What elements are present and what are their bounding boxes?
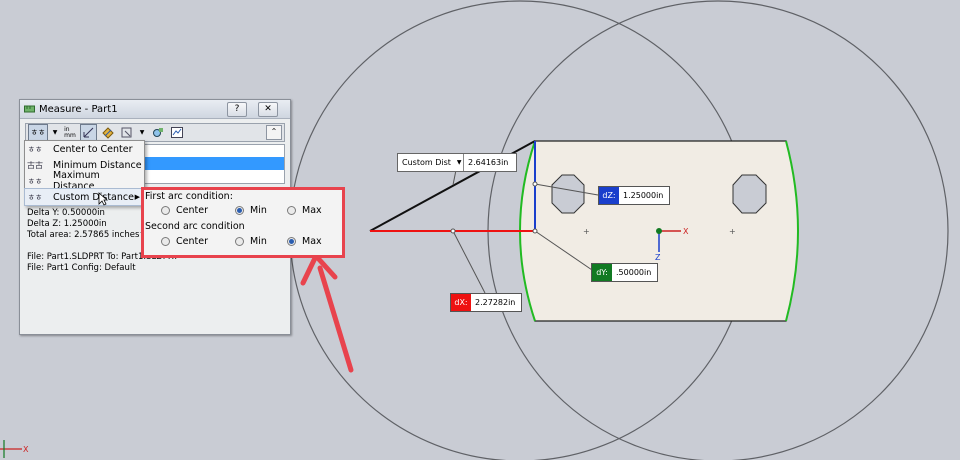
dy-value: .50000in <box>616 268 652 277</box>
close-button[interactable]: ✕ <box>258 102 278 117</box>
first-arc-title: First arc condition: <box>145 191 233 202</box>
dz-tag: dZ: <box>599 187 619 204</box>
dialog-title: Measure - Part1 <box>39 103 118 115</box>
hole-left <box>551 174 585 214</box>
chevron-down-icon[interactable]: ▼ <box>137 124 147 141</box>
first-center-radio[interactable]: Center <box>161 205 208 216</box>
hole-right <box>732 174 767 214</box>
measure-icon <box>24 105 35 113</box>
second-min-radio[interactable]: Min <box>235 236 267 247</box>
triad-z-label: Z <box>655 253 661 262</box>
arc-options-button[interactable]: ㅎㅎ <box>28 124 48 141</box>
chevron-down-icon[interactable]: ▼ <box>50 124 60 141</box>
dy-callout[interactable]: dY: .50000in <box>591 263 658 282</box>
dy-tag: dY: <box>592 264 612 281</box>
annotation-arrow-shaft <box>317 265 354 373</box>
radio-icon <box>287 206 296 215</box>
first-min-radio[interactable]: Min <box>235 205 267 216</box>
radio-icon <box>161 237 170 246</box>
dz-value: 1.25000in <box>623 191 664 200</box>
custom-distance-icon: ㅎㅎ <box>27 192 43 202</box>
projection-icon[interactable] <box>99 124 116 141</box>
svg-text:+: + <box>729 227 736 236</box>
arc-condition-flyout: First arc condition: Center Min Max Seco… <box>141 187 345 258</box>
arc-condition-menu: ㅎㅎ Center to Center 古古 Minimum Distance … <box>24 140 145 206</box>
chevron-down-icon: ▼ <box>456 159 462 166</box>
custom-dist-value: 2.64163in <box>468 158 509 167</box>
bottom-triad-x-label: X <box>23 445 29 454</box>
minimum-distance-icon: 古古 <box>27 160 43 170</box>
second-arc-title: Second arc condition <box>145 221 245 232</box>
second-max-radio[interactable]: Max <box>287 236 322 247</box>
center-to-center-icon: ㅎㅎ <box>27 144 43 154</box>
result-line: File: Part1 Config: Default <box>27 263 136 273</box>
dx-value: 2.27282in <box>475 298 516 307</box>
point-icon[interactable] <box>118 124 135 141</box>
menu-item-maximum-distance[interactable]: ㅎㅎ Maximum Distance <box>25 170 144 192</box>
history-icon[interactable] <box>168 124 185 141</box>
menu-item-center-to-center[interactable]: ㅎㅎ Center to Center <box>25 141 144 157</box>
triad-x-label: X <box>683 227 689 236</box>
cursor-icon <box>98 192 108 206</box>
first-max-radio[interactable]: Max <box>287 205 322 216</box>
help-button[interactable]: ? <box>227 102 247 117</box>
svg-text:+: + <box>583 227 590 236</box>
chevron-right-icon: ▶ <box>134 193 140 201</box>
dialog-titlebar[interactable]: Measure - Part1 <box>20 100 290 119</box>
triad-origin <box>656 228 662 234</box>
menu-item-custom-distance[interactable]: ㅎㅎ Custom Distance ▶ <box>24 188 145 206</box>
collapse-button[interactable]: ⌃ <box>266 125 282 140</box>
radio-icon <box>235 206 244 215</box>
units-button[interactable]: in mm <box>62 124 78 141</box>
dx-callout[interactable]: dX: 2.27282in <box>450 293 522 312</box>
radio-icon <box>287 237 296 246</box>
radio-icon <box>235 237 244 246</box>
maximum-distance-icon: ㅎㅎ <box>27 176 43 186</box>
second-center-radio[interactable]: Center <box>161 236 208 247</box>
dx-tag: dX: <box>451 294 471 311</box>
custom-dist-callout[interactable]: Custom Dist ▼ 2.64163in <box>397 153 517 172</box>
sensor-icon[interactable] <box>149 124 166 141</box>
radio-icon <box>161 206 170 215</box>
dz-callout[interactable]: dZ: 1.25000in <box>598 186 670 205</box>
custom-dist-select[interactable]: Custom Dist ▼ <box>398 154 464 171</box>
xyz-icon[interactable] <box>80 124 97 141</box>
